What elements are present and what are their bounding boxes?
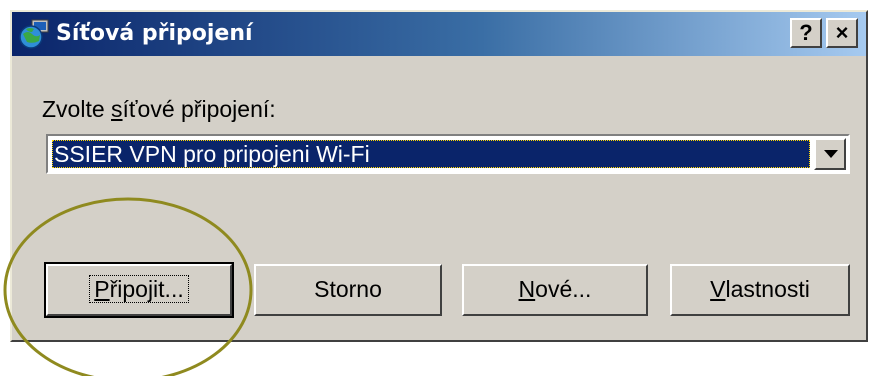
chevron-down-icon [824,150,838,158]
connect-button[interactable]: Připojit... [44,262,234,318]
network-globe-icon [18,18,50,50]
dropdown-button[interactable] [814,138,846,170]
close-button[interactable]: × [826,18,858,48]
window-title: Síťová připojení [56,21,253,46]
properties-button[interactable]: Vlastnosti [670,264,850,316]
new-button[interactable]: Nové... [462,264,648,316]
network-connections-dialog: Síťová připojení ? × Zvolte síťové připo… [10,10,868,342]
selected-connection[interactable]: SSIER VPN pro pripojeni Wi-Fi [52,140,810,168]
help-button[interactable]: ? [790,18,822,48]
connection-select-label: Zvolte síťové připojení: [42,96,276,122]
connection-select[interactable]: SSIER VPN pro pripojeni Wi-Fi [46,134,850,174]
cancel-button[interactable]: Storno [254,264,442,316]
title-bar[interactable]: Síťová připojení ? × [12,12,866,56]
